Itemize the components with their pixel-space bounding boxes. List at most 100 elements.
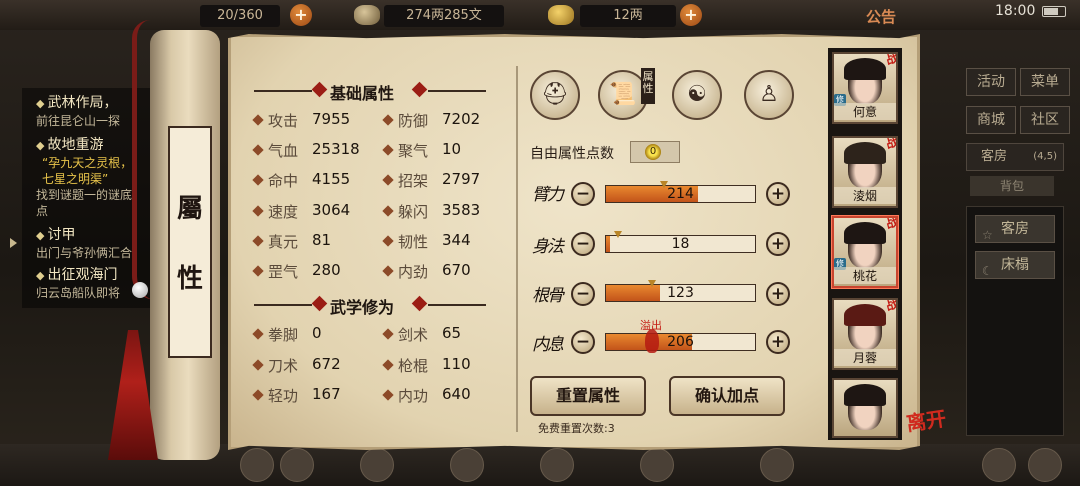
room-location[interactable]: 客房 (4,5) bbox=[966, 143, 1064, 171]
overflow-marker bbox=[645, 329, 659, 353]
row-label-breath: 内息 bbox=[532, 335, 564, 355]
top-bar: 20/360 + 274两285文 12两 + 公告 18:00 bbox=[0, 0, 1080, 30]
martial-header: 武学修为 bbox=[254, 294, 486, 317]
quest-title[interactable]: 故地重游 bbox=[36, 134, 103, 154]
free-points-value: 0 bbox=[645, 144, 661, 160]
portrait-hair bbox=[844, 142, 886, 164]
increase-agility-button[interactable]: + bbox=[766, 232, 790, 256]
free-points-label: 自由属性点数 bbox=[530, 146, 614, 162]
silver-icon bbox=[548, 5, 574, 25]
body-icon: ♙ bbox=[759, 82, 779, 107]
battle-badge: 战 bbox=[884, 136, 898, 152]
tab-bagua[interactable]: ☯ bbox=[672, 70, 722, 120]
bag-panel: ☆ 客房 ☾ 床榻 bbox=[966, 206, 1064, 436]
constitution-bar: 123 bbox=[605, 284, 756, 302]
bag-header[interactable]: 背包 bbox=[970, 176, 1054, 196]
constitution-value: 123 bbox=[667, 285, 694, 301]
character-card[interactable] bbox=[832, 378, 898, 438]
battle-badge: 战 bbox=[884, 298, 898, 314]
character-card-selected[interactable]: 战 修 桃花 bbox=[832, 216, 898, 288]
nav-extra-icon[interactable] bbox=[1028, 448, 1062, 482]
tab-body[interactable]: ♙ bbox=[744, 70, 794, 120]
agility-value: 18 bbox=[671, 236, 690, 252]
character-name: 何意 bbox=[834, 103, 896, 120]
coin-icon bbox=[354, 5, 380, 25]
add-silver-button[interactable]: + bbox=[680, 4, 702, 26]
panel-title: 屬 性 bbox=[168, 126, 212, 358]
confirm-points-button[interactable]: 确认加点 bbox=[669, 376, 785, 416]
character-card[interactable]: 战 修 何意 bbox=[832, 52, 898, 124]
character-name: 淩烟 bbox=[834, 187, 896, 204]
portrait-hair bbox=[844, 304, 886, 326]
increase-breath-button[interactable]: + bbox=[766, 330, 790, 354]
stamina-count: 20/360 bbox=[200, 5, 280, 27]
bagua-icon: ☯ bbox=[687, 82, 707, 107]
character-name: 桃花 bbox=[834, 267, 896, 284]
breath-bar: 206 bbox=[605, 333, 756, 351]
activity-button[interactable]: 活动 bbox=[966, 68, 1016, 96]
portrait-hair bbox=[844, 384, 886, 406]
reset-attributes-button[interactable]: 重置属性 bbox=[530, 376, 646, 416]
portrait-hair bbox=[844, 222, 886, 244]
nav-sect-icon[interactable] bbox=[982, 448, 1016, 482]
decrease-agility-button[interactable]: − bbox=[571, 232, 595, 256]
bag-item-label: 客房 bbox=[1001, 221, 1029, 237]
nav-task-icon[interactable] bbox=[640, 448, 674, 482]
tab-equipment[interactable]: ⛑ bbox=[530, 70, 580, 120]
decrease-breath-button[interactable]: − bbox=[571, 330, 595, 354]
nav-notes-icon[interactable] bbox=[450, 448, 484, 482]
nav-martial-icon[interactable] bbox=[280, 448, 314, 482]
quest-collapse-arrow-icon[interactable] bbox=[10, 238, 17, 248]
quest-title[interactable]: 武林作局， bbox=[36, 92, 117, 112]
free-points-box: 0 bbox=[630, 141, 680, 163]
quest-highlight: 七星之明渠” bbox=[42, 172, 109, 186]
leave-button[interactable]: 离开 bbox=[904, 402, 948, 436]
agility-marker bbox=[614, 231, 622, 238]
quest-desc: 前往昆仑山一探 bbox=[36, 114, 121, 128]
moon-icon: ☾ bbox=[982, 264, 993, 278]
quest-title[interactable]: 出征观海门 bbox=[36, 264, 117, 284]
free-reset-count: 免费重置次数:3 bbox=[538, 422, 615, 435]
attr-tab-tag: 属性 bbox=[641, 68, 655, 104]
battery-icon bbox=[1042, 6, 1066, 17]
bag-item-room[interactable]: ☆ 客房 bbox=[975, 215, 1055, 243]
nav-bag-icon[interactable] bbox=[240, 448, 274, 482]
bag-item-label: 床榻 bbox=[1001, 257, 1029, 273]
star-icon: ☆ bbox=[982, 228, 993, 242]
increase-strength-button[interactable]: + bbox=[766, 182, 790, 206]
row-label-constitution: 根骨 bbox=[532, 286, 564, 306]
character-card[interactable]: 战 淩烟 bbox=[832, 136, 898, 208]
nav-skill-icon[interactable] bbox=[360, 448, 394, 482]
portrait-hair bbox=[844, 58, 886, 80]
community-button[interactable]: 社区 bbox=[1020, 106, 1070, 134]
menu-button[interactable]: 菜单 bbox=[1020, 68, 1070, 96]
battle-badge: 战 bbox=[884, 216, 898, 232]
bag-item-bed[interactable]: ☾ 床榻 bbox=[975, 251, 1055, 279]
shop-button[interactable]: 商城 bbox=[966, 106, 1016, 134]
title-char: 屬 bbox=[176, 194, 203, 224]
basic-attr-header: 基础属性 bbox=[254, 80, 486, 103]
quest-desc: 出门与爷孙俩汇合 bbox=[36, 246, 133, 260]
decrease-strength-button[interactable]: − bbox=[571, 182, 595, 206]
increase-constitution-button[interactable]: + bbox=[766, 282, 790, 306]
character-name: 月蓉 bbox=[834, 349, 896, 366]
scroll-attr-icon: 📜 bbox=[609, 82, 637, 107]
room-coordinates: (4,5) bbox=[1033, 151, 1057, 162]
column-divider bbox=[516, 66, 518, 432]
clock: 18:00 bbox=[995, 3, 1036, 19]
hat-icon: ⛑ bbox=[541, 82, 569, 107]
nav-rank-icon[interactable] bbox=[540, 448, 574, 482]
announcement-button[interactable]: 公告 bbox=[866, 6, 896, 27]
agility-bar: 18 bbox=[605, 235, 756, 253]
quest-title[interactable]: 讨甲 bbox=[36, 224, 75, 244]
quest-desc: 找到谜题一的谜底 bbox=[36, 188, 133, 202]
scroll-bead bbox=[132, 282, 148, 298]
character-card[interactable]: 战 月蓉 bbox=[832, 298, 898, 370]
strength-bar: 214 bbox=[605, 185, 756, 203]
silver-display: 12两 bbox=[580, 5, 676, 27]
add-stamina-button[interactable]: + bbox=[290, 4, 312, 26]
quest-highlight: “孕九天之灵根， bbox=[42, 156, 133, 170]
nav-map-icon[interactable] bbox=[760, 448, 794, 482]
decrease-constitution-button[interactable]: − bbox=[571, 282, 595, 306]
quest-desc: 归云岛船队即将 bbox=[36, 286, 121, 300]
